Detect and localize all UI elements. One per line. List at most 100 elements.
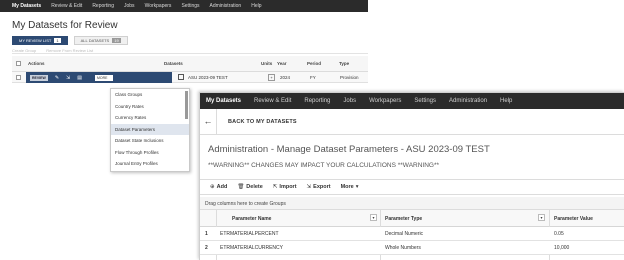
menu-item-country-rates[interactable]: Country Rates	[111, 101, 189, 113]
remove-from-review-button[interactable]: Remove From Review List	[46, 48, 93, 53]
export-icon[interactable]: ⇲	[66, 75, 70, 81]
menu-scrollbar[interactable]	[185, 91, 188, 119]
menu-item-dataset-parameters[interactable]: Dataset Parameters	[111, 123, 189, 135]
column-parameter-type[interactable]: Parameter Type	[385, 216, 422, 222]
parameter-value-cell[interactable]: 10,000	[554, 245, 569, 251]
back-bar: ← BACK TO MY DATASETS	[200, 109, 624, 135]
menu-item-dataset-state-inclusions[interactable]: Dataset State Inclusions	[111, 135, 189, 147]
page-title: Administration - Manage Dataset Paramete…	[208, 144, 490, 155]
nav-help[interactable]: Help	[251, 3, 261, 9]
parameter-name-cell[interactable]: ETRMATERIALCURRENCY	[220, 245, 283, 251]
page-title: My Datasets for Review	[12, 20, 118, 31]
nav-review-edit[interactable]: Review & Edit	[51, 3, 82, 9]
table-header: Actions Datasets Units Year Period Type	[12, 56, 368, 72]
year-value: 2024	[280, 75, 291, 80]
nav-administration[interactable]: Administration	[449, 98, 487, 104]
back-arrow-icon[interactable]: ←	[200, 109, 217, 135]
nav-jobs[interactable]: Jobs	[343, 98, 356, 104]
tab-label: ALL DATASETS	[80, 38, 110, 43]
more-dropdown-menu: Class Groups Country Rates Currency Rate…	[110, 88, 190, 172]
top-nav: My Datasets Review & Edit Reporting Jobs…	[0, 0, 368, 12]
export-button[interactable]: ⇲ Export	[307, 184, 331, 190]
menu-item-class-groups[interactable]: Class Groups	[111, 89, 189, 101]
plus-icon: ⊕	[210, 184, 215, 190]
import-button[interactable]: ⇱ Import	[273, 184, 297, 190]
parameter-type-cell[interactable]: Whole Numbers	[385, 245, 421, 251]
nav-my-datasets[interactable]: My Datasets	[206, 98, 241, 104]
create-group-button[interactable]: Create Group	[12, 48, 36, 53]
review-button[interactable]: REVIEW	[30, 74, 48, 81]
nav-settings[interactable]: Settings	[181, 3, 199, 9]
menu-item-currency-rates[interactable]: Currency Rates	[111, 112, 189, 124]
nav-review-edit[interactable]: Review & Edit	[254, 98, 291, 104]
add-button[interactable]: ⊕ Add	[210, 184, 227, 190]
group-hint: Drag columns here to create Groups	[205, 201, 286, 207]
more-dropdown[interactable]: MORE	[94, 74, 114, 81]
select-all-checkbox[interactable]	[16, 61, 21, 66]
tab-all-datasets[interactable]: ALL DATASETS 19	[73, 36, 128, 45]
caret-down-icon: ▾	[355, 184, 359, 190]
import-label: Import	[279, 184, 297, 190]
column-parameter-value[interactable]: Parameter Value	[554, 216, 593, 222]
tab-count-badge: 19	[112, 38, 121, 43]
add-label: Add	[216, 184, 228, 190]
nav-settings[interactable]: Settings	[414, 98, 436, 104]
table-row[interactable]: 2 ETRMATERIALCURRENCY Whole Numbers 10,0…	[200, 241, 624, 255]
grid-toolbar: ⊕ Add 🗑 Delete ⇱ Import ⇲ Export More ▾	[200, 179, 624, 195]
column-parameter-name[interactable]: Parameter Name	[232, 216, 271, 222]
parameter-value-cell[interactable]: 0.05	[554, 231, 564, 237]
column-type[interactable]: Type	[339, 61, 349, 66]
dataset-name[interactable]: ASU 2023-09 TEST	[188, 75, 228, 80]
nav-workpapers[interactable]: Workpapers	[145, 3, 172, 9]
nav-administration[interactable]: Administration	[210, 3, 242, 9]
type-value: Provision	[340, 75, 359, 80]
menu-item-journal-entry-profiles[interactable]: Journal Entry Profiles	[111, 158, 189, 170]
grid-menu-icon[interactable]: ▤	[77, 75, 82, 81]
more-button[interactable]: More ▾	[341, 184, 359, 190]
table-row[interactable]: REVIEW ✎ ⇲ ▤ MORE ASU 2023-09 TEST + 202…	[12, 72, 368, 83]
dataset-tabs: MY REVIEW LIST 1 ALL DATASETS 19	[12, 36, 128, 45]
filter-menu-icon[interactable]: ▾	[538, 214, 545, 221]
column-actions: Actions	[28, 61, 45, 66]
list-actions-bar: Create Group Remove From Review List	[12, 47, 368, 54]
menu-item-flow-through-profiles[interactable]: Flow Through Profiles	[111, 147, 189, 159]
tab-my-review-list[interactable]: MY REVIEW LIST 1	[12, 36, 68, 45]
back-to-my-datasets-link[interactable]: BACK TO MY DATASETS	[228, 119, 297, 125]
tab-count-badge: 1	[54, 38, 61, 43]
nav-help[interactable]: Help	[500, 98, 512, 104]
grid-header: Parameter Name ▾ Parameter Type ▾ Parame…	[200, 210, 624, 227]
column-year[interactable]: Year	[277, 61, 287, 66]
parameter-name-cell[interactable]: ETRMATERIALPERCENT	[220, 231, 279, 237]
dataset-parameters-window: My Datasets Review & Edit Reporting Jobs…	[199, 92, 624, 260]
column-units[interactable]: Units	[261, 61, 272, 66]
units-expand-icon[interactable]: +	[268, 74, 275, 81]
row-checkbox[interactable]	[16, 75, 21, 80]
delete-button[interactable]: 🗑 Delete	[237, 184, 263, 190]
row-number: 1	[205, 231, 208, 237]
group-panel[interactable]: Drag columns here to create Groups	[200, 197, 624, 210]
nav-workpapers[interactable]: Workpapers	[369, 98, 401, 104]
nav-reporting[interactable]: Reporting	[304, 98, 330, 104]
parameter-type-cell[interactable]: Decimal Numeric	[385, 231, 423, 237]
filter-menu-icon[interactable]: ▾	[370, 214, 377, 221]
row-number: 2	[205, 245, 208, 251]
nav-jobs[interactable]: Jobs	[124, 3, 135, 9]
column-datasets[interactable]: Datasets	[164, 61, 183, 66]
top-nav: My Datasets Review & Edit Reporting Jobs…	[200, 93, 624, 109]
period-value: FY	[310, 75, 316, 80]
dataset-icon	[178, 74, 184, 80]
nav-reporting[interactable]: Reporting	[92, 3, 114, 9]
more-label: More	[340, 184, 354, 190]
table-row[interactable]: 1 ETRMATERIALPERCENT Decimal Numeric 0.0…	[200, 227, 624, 241]
import-icon: ⇱	[272, 184, 278, 190]
delete-label: Delete	[246, 184, 263, 190]
export-icon: ⇲	[306, 184, 312, 190]
edit-icon[interactable]: ✎	[55, 75, 59, 81]
nav-my-datasets[interactable]: My Datasets	[12, 3, 41, 9]
tab-label: MY REVIEW LIST	[19, 38, 52, 43]
column-period[interactable]: Period	[307, 61, 321, 66]
export-label: Export	[313, 184, 331, 190]
row-actions: REVIEW ✎ ⇲ ▤ MORE	[26, 72, 172, 83]
warning-text: **WARNING** CHANGES MAY IMPACT YOUR CALC…	[208, 162, 440, 169]
trash-icon: 🗑	[237, 184, 245, 190]
